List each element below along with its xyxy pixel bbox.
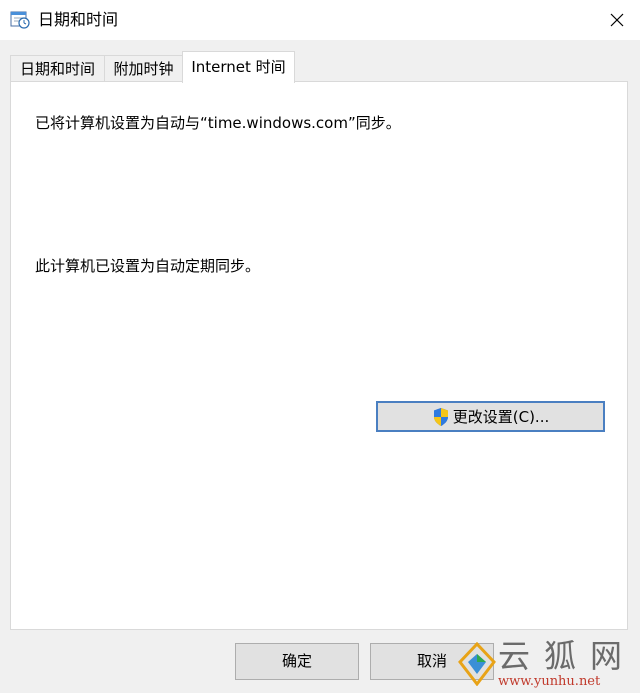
change-settings-label: 更改设置(C)... xyxy=(452,408,550,426)
date-time-icon xyxy=(10,11,30,29)
sync-server-text: 已将计算机设置为自动与“time.windows.com”同步。 xyxy=(35,114,401,132)
uac-shield-icon xyxy=(433,407,448,426)
tab-date-time[interactable]: 日期和时间 xyxy=(10,55,105,82)
cancel-button[interactable]: 取消 xyxy=(370,643,494,680)
title-bar: 日期和时间 xyxy=(0,0,640,40)
auto-sync-text: 此计算机已设置为自动定期同步。 xyxy=(35,257,261,275)
watermark-text: 云狐网 xyxy=(498,637,637,675)
tab-internet-time[interactable]: Internet 时间 xyxy=(182,51,295,83)
date-time-dialog: 日期和时间 日期和时间 附加时钟 Internet 时间 已将计算机设置为自动与… xyxy=(0,0,640,693)
window-title: 日期和时间 xyxy=(38,10,119,29)
watermark-url: www.yunhu.net xyxy=(498,674,601,689)
tab-panel-internet-time: 已将计算机设置为自动与“time.windows.com”同步。 此计算机已设置… xyxy=(10,81,628,630)
close-icon xyxy=(610,13,624,27)
close-button[interactable] xyxy=(594,0,640,40)
tab-additional-clocks[interactable]: 附加时钟 xyxy=(104,55,183,82)
ok-button[interactable]: 确定 xyxy=(235,643,359,680)
change-settings-button[interactable]: 更改设置(C)... xyxy=(376,401,605,432)
